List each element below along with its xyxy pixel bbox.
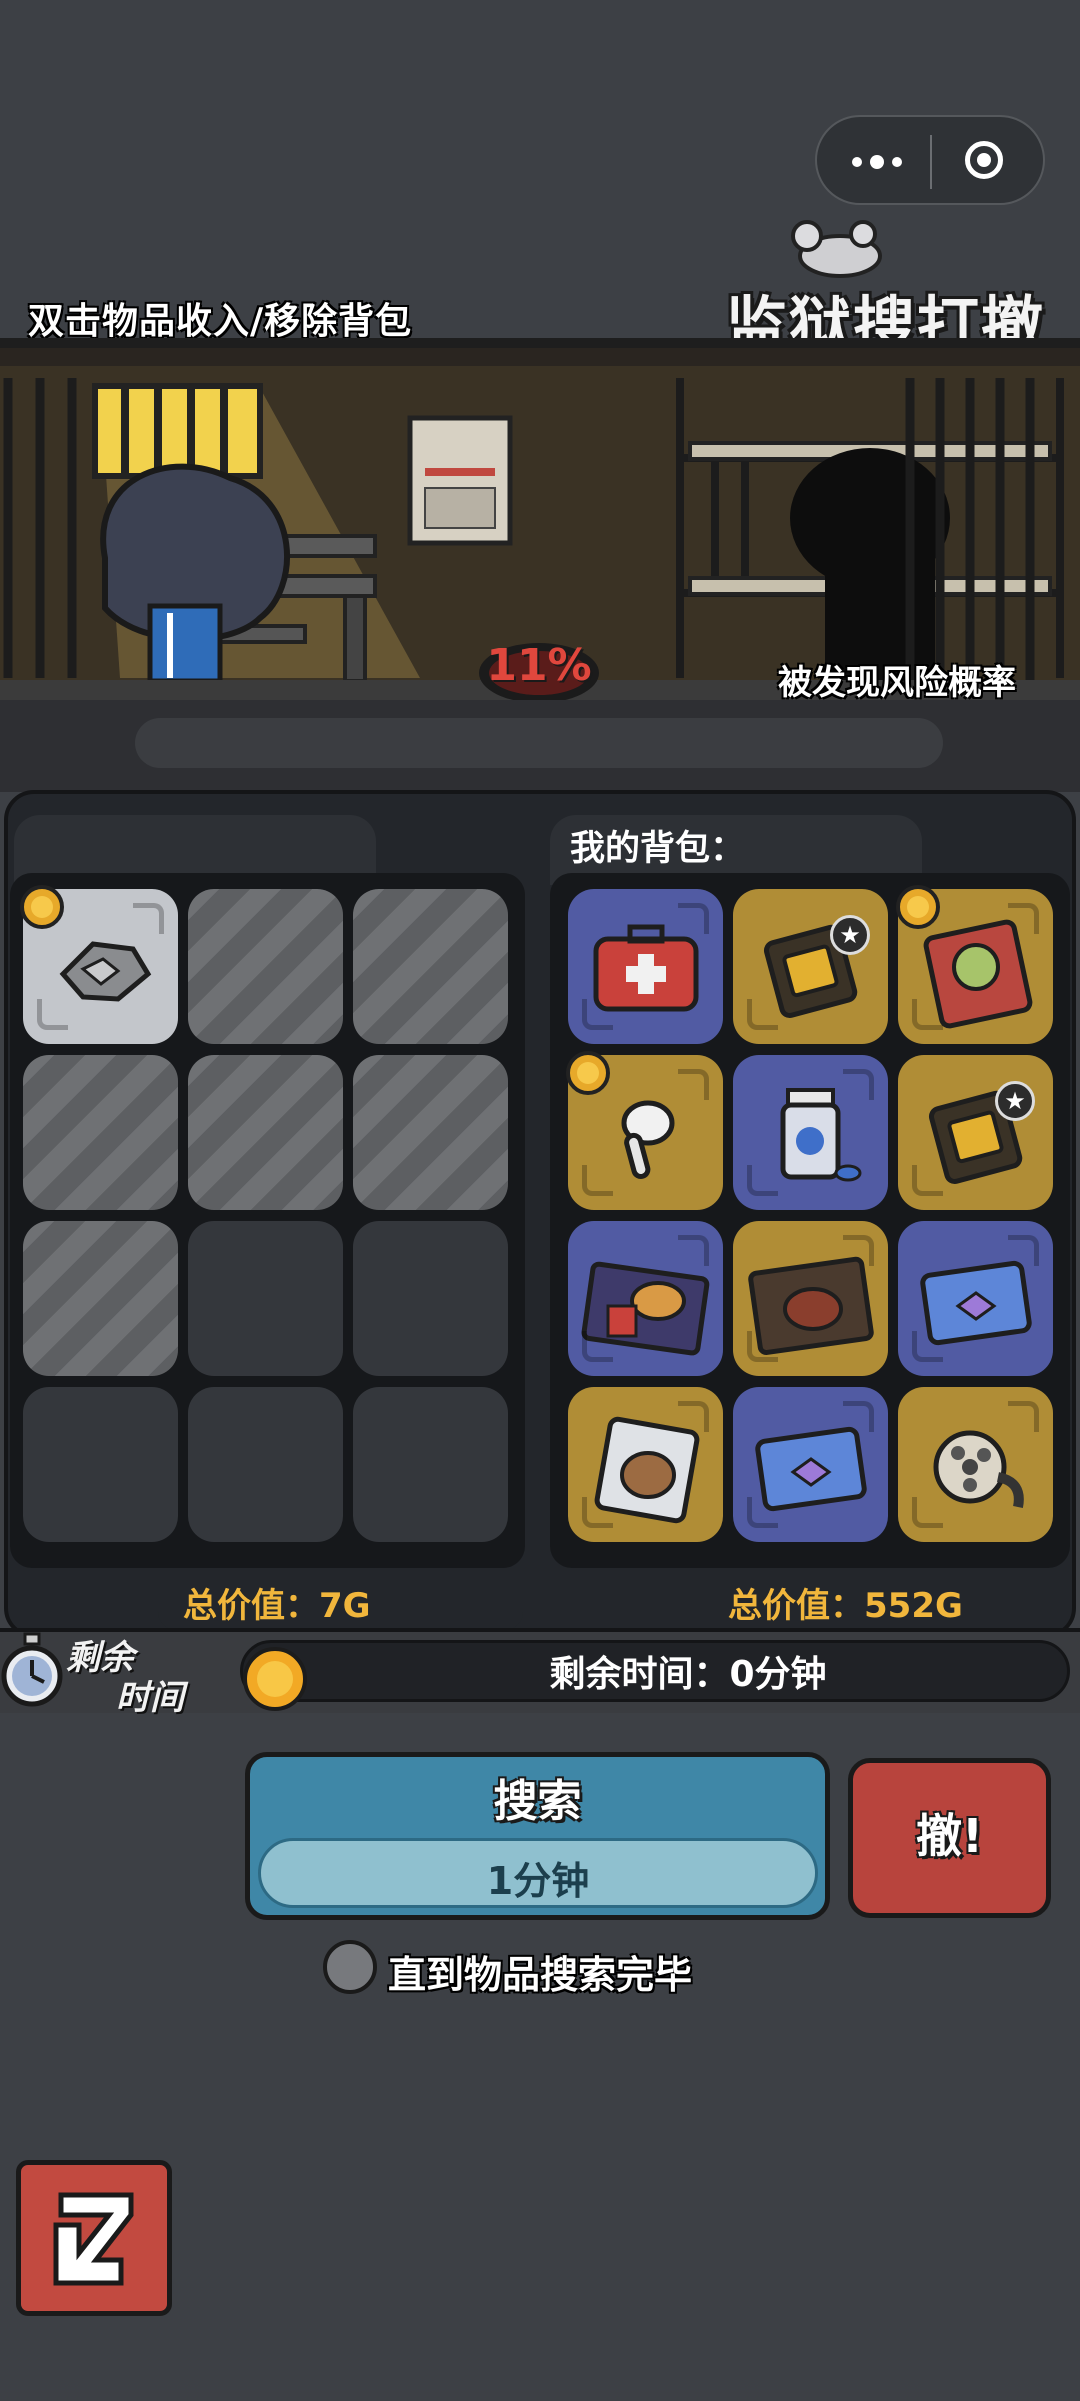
- search-until-done-label[interactable]: 直到物品搜索完毕: [388, 1944, 692, 1999]
- slot-corner: [37, 999, 68, 1030]
- search-slot-5[interactable]: [188, 1055, 343, 1210]
- search-until-done-checkbox[interactable]: [323, 1940, 377, 1994]
- search-slot-2[interactable]: [188, 889, 343, 1044]
- search-area-total-value: 总价值：7G: [183, 1586, 371, 1626]
- back-arrow-icon: [53, 2192, 134, 2286]
- capsule-divider: [930, 135, 932, 189]
- coin-icon: [243, 1647, 307, 1711]
- slot-corner: [912, 1331, 943, 1362]
- back-button[interactable]: [16, 2160, 172, 2316]
- risk-label: 被发现风险概率: [778, 663, 1016, 703]
- slot-corner: [747, 999, 778, 1030]
- slot-corner: [1008, 903, 1039, 934]
- search-slot-10[interactable]: [23, 1387, 178, 1542]
- slot-corner: [747, 1497, 778, 1528]
- backpack-slot-gold-card[interactable]: [733, 889, 888, 1044]
- coin-icon: [566, 1051, 610, 1095]
- search-slot-9[interactable]: [353, 1221, 508, 1376]
- slot-corner: [582, 1331, 613, 1362]
- search-slot-12[interactable]: [353, 1387, 508, 1542]
- star-icon: ★: [995, 1081, 1035, 1121]
- risk-percentage: 11%: [486, 640, 592, 691]
- search-slot-8[interactable]: [188, 1221, 343, 1376]
- slot-corner: [678, 903, 709, 934]
- slot-corner: [843, 1069, 874, 1100]
- slot-corner: [1008, 1235, 1039, 1266]
- slot-corner: [747, 1165, 778, 1196]
- close-target-icon[interactable]: [965, 141, 1003, 179]
- slot-corner: [1008, 1401, 1039, 1432]
- slot-corner: [678, 1069, 709, 1100]
- search-slot-3[interactable]: [353, 889, 508, 1044]
- mouse-mascot-icon: [791, 220, 882, 278]
- slot-corner: [747, 1331, 778, 1362]
- search-slot-7[interactable]: [23, 1221, 178, 1376]
- backpack-slot-capybara-pack[interactable]: [568, 1387, 723, 1542]
- star-icon: ★: [830, 915, 870, 955]
- backpack-slot-pill-bottle[interactable]: [733, 1055, 888, 1210]
- slot-corner: [912, 999, 943, 1030]
- backpack-slot-burger-snack[interactable]: [568, 1221, 723, 1376]
- slot-corner: [678, 1401, 709, 1432]
- search-slot-4[interactable]: [23, 1055, 178, 1210]
- backpack-slot-gold-card-2[interactable]: [898, 1055, 1053, 1210]
- search-slot-6[interactable]: [353, 1055, 508, 1210]
- slot-corner: [678, 1235, 709, 1266]
- remaining-label-line2: 时间: [116, 1678, 184, 1718]
- slot-corner: [582, 1497, 613, 1528]
- mini-program-capsule: [815, 115, 1045, 205]
- backpack-total-value: 总价值：552G: [728, 1586, 963, 1626]
- search-button-label: 搜索: [493, 1776, 582, 1827]
- slot-corner: [582, 999, 613, 1030]
- remaining-time-text: 剩余时间：0分钟: [549, 1654, 827, 1695]
- coin-icon: [20, 885, 64, 929]
- slot-corner: [582, 1165, 613, 1196]
- backpack-slot-steak-pack[interactable]: [733, 1221, 888, 1376]
- slot-corner: [912, 1497, 943, 1528]
- search-duration: 1分钟: [486, 1859, 590, 1903]
- search-slot-11[interactable]: [188, 1387, 343, 1542]
- backpack-slot-ticket-2[interactable]: [733, 1387, 888, 1542]
- backpack-slot-ticket[interactable]: [898, 1221, 1053, 1376]
- slot-corner: [843, 1401, 874, 1432]
- stopwatch-icon: [1, 1632, 63, 1707]
- double-tap-hint: 双击物品收入/移除背包: [28, 301, 413, 342]
- extract-button-label: 撤!: [916, 1809, 983, 1863]
- slot-corner: [912, 1165, 943, 1196]
- more-options-icon[interactable]: [847, 144, 907, 180]
- backpack-title: 我的背包：: [570, 829, 746, 869]
- search-progress-bar: [135, 718, 943, 768]
- slot-corner: [133, 903, 164, 934]
- backpack-slot-film-reel[interactable]: [898, 1387, 1053, 1542]
- slot-corner: [843, 1235, 874, 1266]
- backpack-slot-first-aid-kit[interactable]: [568, 889, 723, 1044]
- coin-icon: [896, 885, 940, 929]
